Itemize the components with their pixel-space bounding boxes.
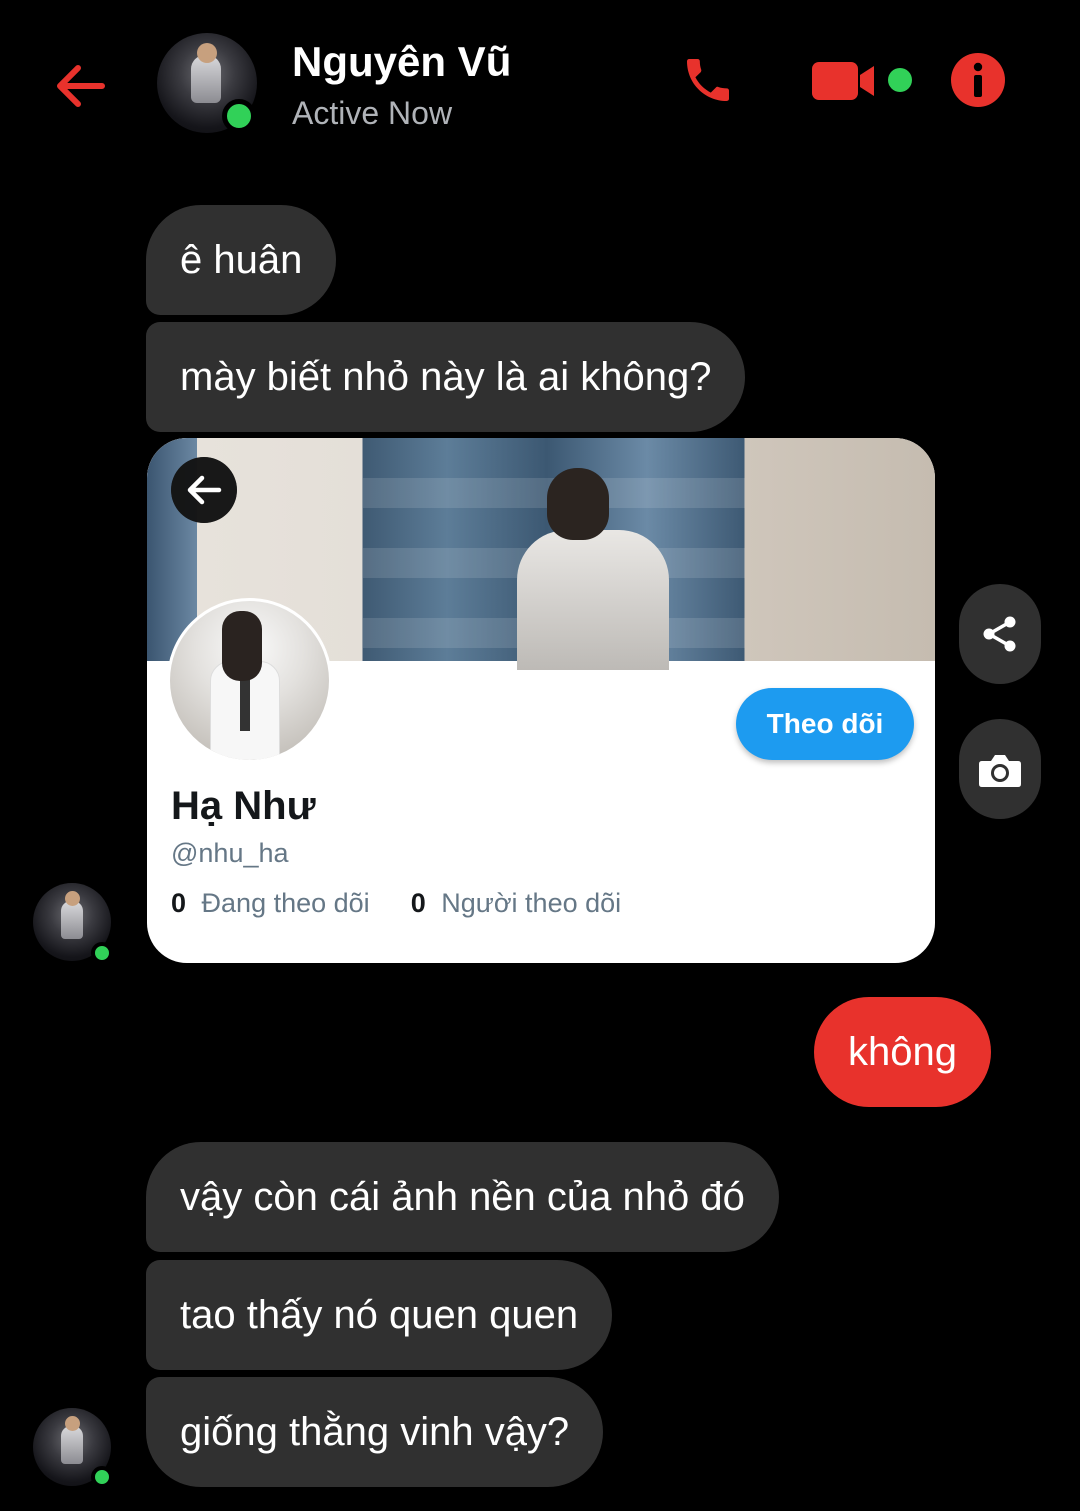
profile-name: Hạ Như — [171, 784, 316, 828]
message-incoming[interactable]: giống thằng vinh vậy? — [146, 1377, 604, 1487]
online-status-dot — [222, 99, 256, 133]
message-text: ê huân — [180, 237, 303, 282]
message-text: tao thấy nó quen quen — [180, 1292, 579, 1337]
contact-name[interactable]: Nguyên Vũ — [292, 38, 511, 86]
back-arrow-icon[interactable] — [171, 457, 237, 523]
follow-button[interactable]: Theo dõi — [736, 688, 914, 760]
chat-header: Nguyên Vũ Active Now — [0, 0, 1080, 170]
contact-status: Active Now — [292, 95, 453, 131]
profile-picture[interactable] — [167, 598, 332, 763]
online-status-dot — [91, 942, 113, 964]
camera-button[interactable] — [959, 719, 1041, 819]
video-camera-icon[interactable] — [810, 56, 878, 104]
share-icon — [983, 616, 1016, 652]
message-text: giống thằng vinh vậy? — [180, 1409, 570, 1454]
following-count: 0 — [171, 888, 187, 918]
message-text: không — [848, 1029, 957, 1074]
camera-icon — [979, 755, 1021, 787]
phone-icon[interactable] — [678, 52, 738, 108]
online-status-dot — [91, 1466, 113, 1488]
message-incoming[interactable]: vậy còn cái ảnh nền của nhỏ đó — [146, 1142, 779, 1252]
followers-count: 0 — [410, 888, 426, 918]
following-label[interactable]: Đang theo dõi — [202, 888, 370, 918]
info-icon[interactable] — [950, 52, 1006, 108]
back-arrow-icon[interactable] — [52, 58, 108, 114]
shared-profile-card[interactable]: Theo dõi Hạ Như @nhu_ha 0 Đang theo dõi … — [147, 438, 935, 963]
followers-label[interactable]: Người theo dõi — [441, 888, 621, 918]
video-active-dot — [888, 68, 912, 92]
share-button[interactable] — [959, 584, 1041, 684]
message-text: vậy còn cái ảnh nền của nhỏ đó — [180, 1174, 745, 1219]
message-outgoing[interactable]: không — [814, 997, 991, 1107]
message-incoming[interactable]: mày biết nhỏ này là ai không? — [146, 322, 746, 432]
message-incoming[interactable]: tao thấy nó quen quen — [146, 1260, 613, 1370]
message-text: mày biết nhỏ này là ai không? — [180, 354, 712, 399]
profile-handle: @nhu_ha — [171, 838, 289, 868]
message-incoming[interactable]: ê huân — [146, 205, 337, 315]
profile-stats: 0 Đang theo dõi 0 Người theo dõi — [171, 888, 621, 919]
